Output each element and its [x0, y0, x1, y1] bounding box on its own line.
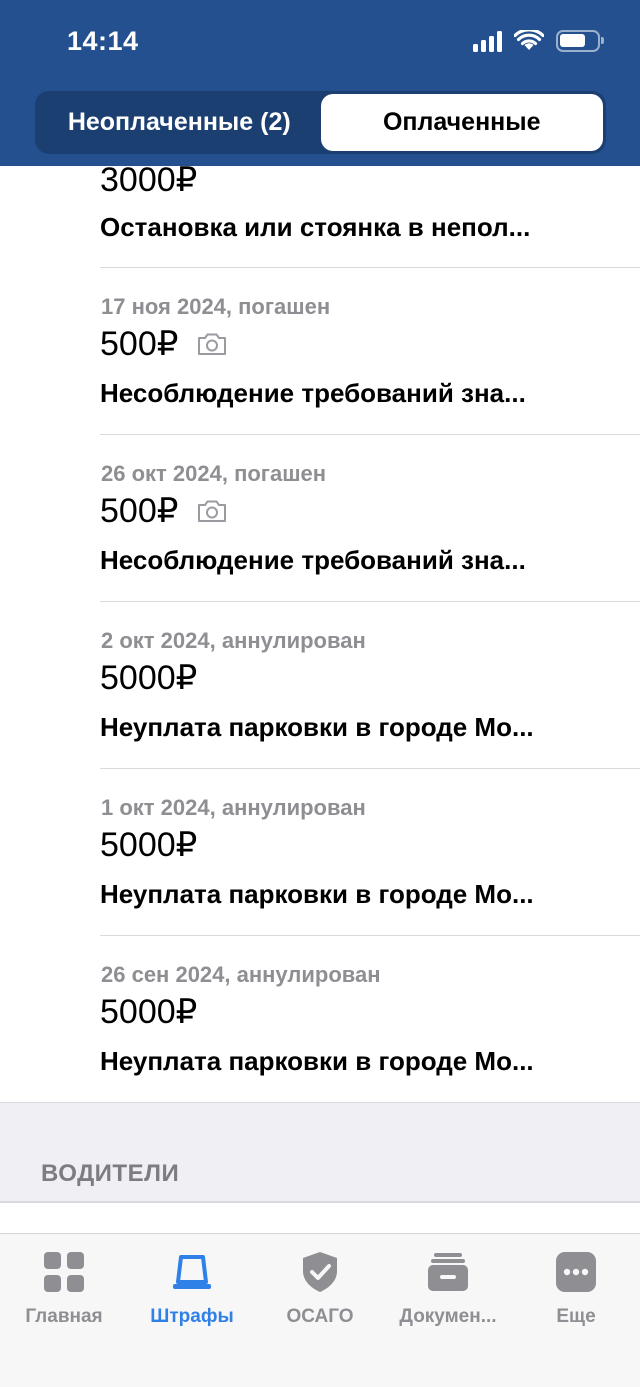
fine-date-status: 2 окт 2024, аннулирован	[101, 628, 366, 653]
header: 14:14 Неоплаченные (2) Оплаченные	[0, 0, 640, 166]
tab-unpaid[interactable]: Неоплаченные (2)	[38, 94, 321, 151]
tab-osago[interactable]: ОСАГО	[256, 1234, 384, 1387]
tab-more[interactable]: Еще	[512, 1234, 640, 1387]
fine-description: Несоблюдение требований зна...	[100, 545, 526, 575]
fines-list: 3000₽ Остановка или стоянка в непол... 1…	[0, 161, 640, 1103]
drivers-card[interactable]	[0, 1203, 640, 1234]
fine-list-item[interactable]: 26 сен 2024, аннулирован 5000₽ Неуплата …	[100, 936, 640, 1103]
fine-amount: 5000₽	[100, 826, 198, 864]
tab-label: Докумен...	[399, 1306, 497, 1327]
tab-label: Главная	[25, 1306, 103, 1327]
fines-filter-segmented-control: Неоплаченные (2) Оплаченные	[35, 91, 606, 154]
fine-amount-row: 500₽	[100, 491, 228, 531]
fine-list-item[interactable]: 1 окт 2024, аннулирован 5000₽ Неуплата п…	[100, 769, 640, 936]
tab-label: ОСАГО	[286, 1306, 354, 1327]
more-icon	[554, 1250, 598, 1294]
fine-amount-row: 3000₽	[100, 160, 197, 200]
section-title: ВОДИТЕЛИ	[41, 1160, 180, 1187]
fine-amount: 500₽	[100, 325, 179, 363]
fine-amount-row: 5000₽	[100, 825, 197, 865]
shield-check-icon	[298, 1250, 342, 1294]
tab-fines[interactable]: Штрафы	[128, 1234, 256, 1387]
battery-icon	[556, 30, 604, 52]
fine-date-status: 26 сен 2024, аннулирован	[101, 962, 381, 987]
fine-description: Неуплата парковки в городе Мо...	[100, 1046, 534, 1076]
camera-icon	[198, 333, 227, 355]
fines-screen: 14:14 Неоплаченные (2) Оплаченные 3000₽ …	[0, 0, 640, 1387]
fine-list-item[interactable]: 26 окт 2024, погашен 500₽ Несоблюдение т…	[100, 435, 640, 602]
tab-label: Еще	[556, 1306, 596, 1327]
signal-icon	[473, 30, 502, 52]
fine-description: Несоблюдение требований зна...	[100, 378, 526, 408]
tab-paid[interactable]: Оплаченные	[320, 94, 603, 151]
tab-documents[interactable]: Докумен...	[384, 1234, 512, 1387]
fine-amount: 500₽	[100, 492, 179, 530]
grid-icon	[42, 1250, 86, 1294]
documents-icon	[426, 1250, 470, 1294]
fine-description: Неуплата парковки в городе Мо...	[100, 879, 534, 909]
fine-description: Неуплата парковки в городе Мо...	[100, 712, 534, 742]
siren-icon	[170, 1250, 214, 1294]
tab-bar: Главная Штрафы ОСАГО Докумен... Еще	[0, 1233, 640, 1387]
fine-amount: 3000₽	[100, 161, 198, 199]
fine-list-item[interactable]: 3000₽ Остановка или стоянка в непол...	[100, 161, 640, 268]
fine-amount-row: 5000₽	[100, 658, 197, 698]
fine-description: Остановка или стоянка в непол...	[100, 212, 531, 242]
fine-date-status: 26 окт 2024, погашен	[101, 461, 327, 486]
wifi-icon	[514, 30, 544, 50]
fine-date-status: 1 окт 2024, аннулирован	[101, 795, 366, 820]
fine-amount: 5000₽	[100, 993, 198, 1031]
status-time: 14:14	[67, 26, 139, 56]
drivers-section: ВОДИТЕЛИ	[0, 1102, 640, 1234]
camera-icon	[198, 500, 227, 522]
fine-date-status: 17 ноя 2024, погашен	[101, 294, 331, 319]
fine-list-item[interactable]: 17 ноя 2024, погашен 500₽ Несоблюдение т…	[100, 268, 640, 435]
fine-list-item[interactable]: 2 окт 2024, аннулирован 5000₽ Неуплата п…	[100, 602, 640, 769]
fine-amount: 5000₽	[100, 659, 198, 697]
fine-amount-row: 500₽	[100, 324, 228, 364]
fine-amount-row: 5000₽	[100, 992, 197, 1032]
tab-home[interactable]: Главная	[0, 1234, 128, 1387]
status-bar: 14:14	[0, 0, 640, 84]
status-icons	[473, 30, 604, 52]
tab-label: Штрафы	[150, 1306, 234, 1327]
